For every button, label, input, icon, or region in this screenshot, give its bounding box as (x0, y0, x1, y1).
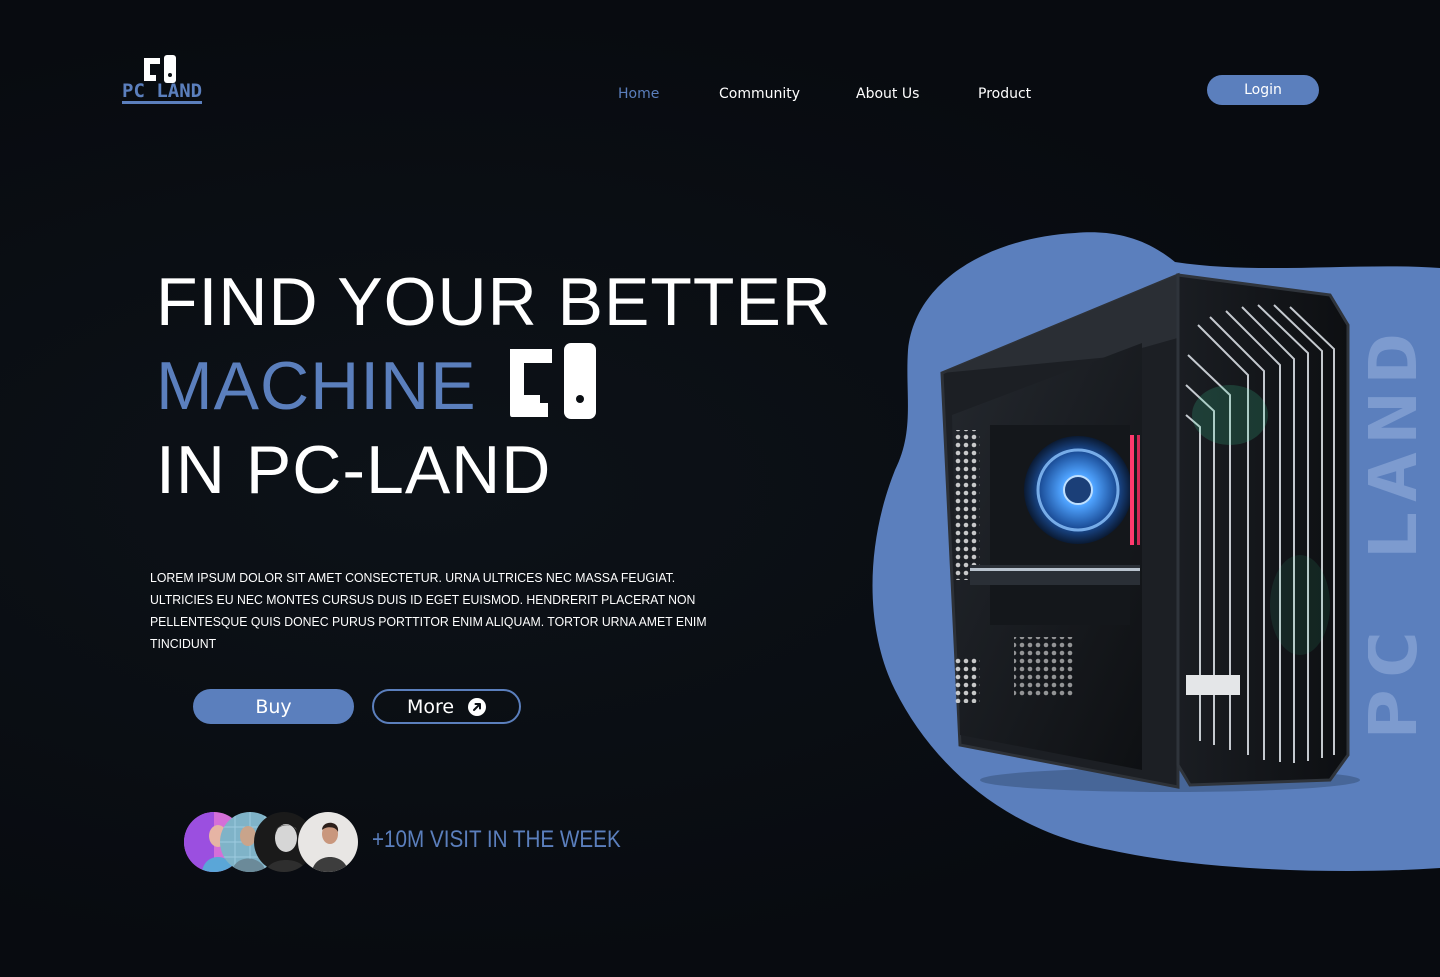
hero-title-line-3: IN PC-LAND (156, 432, 552, 508)
landing-page: PC LAND PC LAND Home Community About Us … (0, 0, 1440, 977)
arrow-up-right-icon (468, 697, 487, 716)
nav-product[interactable]: Product (978, 86, 1031, 102)
buy-button[interactable]: Buy (193, 689, 354, 724)
avatar (298, 812, 358, 872)
more-button[interactable]: More (372, 689, 521, 724)
nav-home[interactable]: Home (618, 86, 659, 102)
hero-title-line-2: MACHINE (156, 348, 477, 424)
avatar-stack (184, 812, 364, 872)
login-button[interactable]: Login (1207, 75, 1319, 105)
pc-case-image (940, 272, 1360, 792)
hero-title-line-1: FIND YOUR BETTER (156, 264, 832, 340)
more-button-label: More (406, 695, 455, 718)
vertical-brand-text: PC LAND (1368, 325, 1428, 740)
hero-description: LOREM IPSUM DOLOR SIT AMET CONSECTETUR. … (150, 570, 707, 651)
pc-hero-icon (510, 343, 596, 419)
nav-community[interactable]: Community (719, 86, 800, 102)
svg-text:PC LAND: PC LAND (1368, 325, 1428, 740)
visits-stat: +10M VISIT IN THE WEEK (372, 826, 621, 853)
nav-about-us[interactable]: About Us (856, 86, 919, 102)
